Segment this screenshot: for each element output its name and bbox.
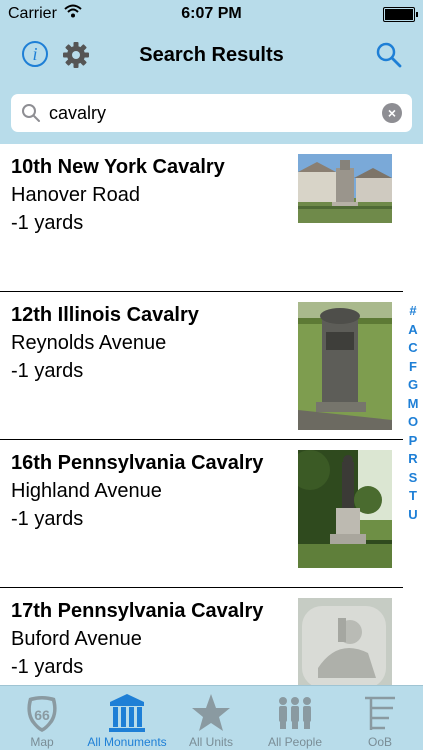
result-row[interactable]: 16th Pennsylvania Cavalry Highland Avenu… xyxy=(0,440,403,588)
search-input[interactable] xyxy=(49,100,369,126)
monument-road: Highland Avenue xyxy=(11,480,162,502)
status-bar: Carrier 6:07 PM xyxy=(0,0,423,30)
result-row[interactable]: 12th Illinois Cavalry Reynolds Avenue -1… xyxy=(0,292,403,440)
index-letter[interactable]: O xyxy=(408,413,418,432)
navigation-bar: i Search Results xyxy=(0,30,423,82)
index-letter[interactable]: # xyxy=(409,302,416,321)
tab-label: Map xyxy=(30,735,54,749)
page-title: Search Results xyxy=(139,44,284,66)
tab-label: OoB xyxy=(367,735,392,749)
index-letter[interactable]: U xyxy=(408,506,417,525)
index-letter[interactable]: M xyxy=(408,395,419,414)
index-letter[interactable]: T xyxy=(409,487,417,506)
people-icon xyxy=(279,697,311,729)
results-list: 10th New York Cavalry Hanover Road -1 ya… xyxy=(0,144,403,685)
search-icon[interactable] xyxy=(375,41,403,69)
clock: 6:07 PM xyxy=(181,5,242,22)
tab-all-monuments[interactable]: All Monuments xyxy=(85,686,169,751)
search-field[interactable]: × xyxy=(11,94,412,132)
svg-text:66: 66 xyxy=(34,707,50,723)
monument-photo xyxy=(298,450,392,568)
monument-name: 12th Illinois Cavalry xyxy=(11,304,199,326)
monument-distance: -1 yards xyxy=(11,360,84,382)
monument-name: 10th New York Cavalry xyxy=(11,156,225,178)
index-letter[interactable]: P xyxy=(409,432,418,451)
index-letter[interactable]: S xyxy=(409,469,418,488)
index-letter[interactable]: A xyxy=(408,321,417,340)
tab-map[interactable]: 66 Map xyxy=(0,686,84,751)
monument-road: Reynolds Avenue xyxy=(11,332,167,354)
magnifier-icon xyxy=(22,104,40,122)
tab-oob[interactable]: OoB xyxy=(338,686,422,751)
monument-distance: -1 yards xyxy=(11,508,84,530)
index-letter[interactable]: F xyxy=(409,358,417,377)
result-row[interactable]: 10th New York Cavalry Hanover Road -1 ya… xyxy=(0,144,403,292)
monument-columns-icon xyxy=(109,694,145,732)
tab-bar: 66 Map All Monuments All Units All Peopl… xyxy=(0,685,423,750)
monument-road: Buford Avenue xyxy=(11,628,142,650)
monument-photo xyxy=(298,302,392,430)
monument-photo xyxy=(298,598,392,685)
monument-photo xyxy=(298,154,392,223)
tab-all-people[interactable]: All People xyxy=(253,686,337,751)
index-letter[interactable]: C xyxy=(408,339,417,358)
battery-icon xyxy=(383,7,418,22)
tab-label: All Units xyxy=(188,735,233,749)
order-of-battle-tree-icon xyxy=(365,696,395,730)
index-letter[interactable]: G xyxy=(408,376,418,395)
monument-road: Hanover Road xyxy=(11,184,140,206)
tab-all-units[interactable]: All Units xyxy=(169,686,253,751)
route-66-shield-icon: 66 xyxy=(27,696,57,732)
star-icon xyxy=(192,694,230,731)
result-row[interactable]: 17th Pennsylvania Cavalry Buford Avenue … xyxy=(0,588,403,685)
monument-name: 17th Pennsylvania Cavalry xyxy=(11,600,264,622)
search-bar: × xyxy=(0,82,423,144)
monument-name: 16th Pennsylvania Cavalry xyxy=(11,452,264,474)
monument-distance: -1 yards xyxy=(11,212,84,234)
clear-search-icon[interactable]: × xyxy=(382,103,402,123)
section-index[interactable]: # A C F G M O P R S T U xyxy=(403,302,423,524)
tab-label: All Monuments xyxy=(87,735,167,749)
monument-distance: -1 yards xyxy=(11,656,84,678)
tab-label: All People xyxy=(267,735,323,749)
index-letter[interactable]: R xyxy=(408,450,417,469)
